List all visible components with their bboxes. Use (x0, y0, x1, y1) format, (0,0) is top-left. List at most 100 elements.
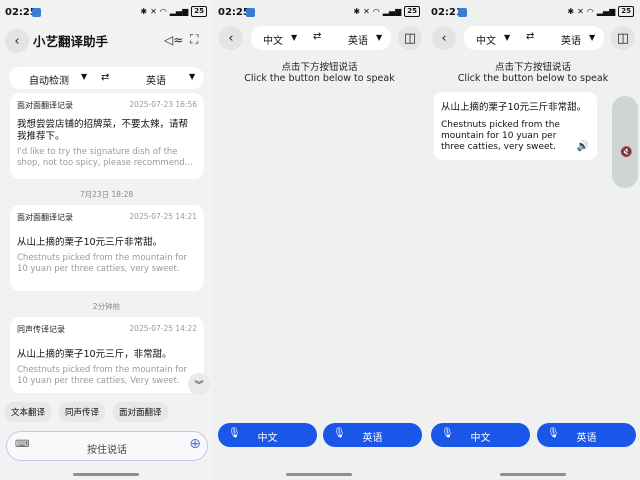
speak-english-label: 英语 (362, 433, 383, 444)
result-target-text: Chestnuts picked from the mountain for 1… (441, 120, 560, 152)
result-source-text: 从山上摘的栗子10元三斤非常甜。 (441, 102, 587, 113)
swap-languages-icon[interactable]: ⇄ (101, 72, 109, 83)
target-language[interactable]: 英语 (146, 72, 166, 87)
target-dropdown-icon[interactable]: ▼ (589, 33, 595, 42)
wifi-icon: ◠ (159, 7, 167, 16)
source-language[interactable]: 自动检测 (29, 72, 69, 87)
status-icons: ✱ ✕ ◠ ▂▄▆ 25 (567, 6, 634, 17)
hint-chinese: 点击下方按钮说话 (281, 62, 358, 73)
wifi-icon: ◠ (586, 7, 594, 16)
translator-home-panel: 02:25 ✱ ✕ ◠ ▂▄▆ 25 ‹ 小艺翻译助手 ◁≈ ⛶ 自动检测 ▼ … (0, 0, 213, 480)
back-button[interactable]: ‹ (219, 26, 243, 50)
speak-english-button[interactable]: 🎙 英语 (537, 423, 636, 447)
back-button[interactable]: ‹ (432, 26, 456, 50)
signal-icon: ▂▄▆ (169, 7, 189, 16)
record-type: 同声传译记录 (17, 325, 65, 334)
scroll-down-button[interactable]: ︾ (188, 373, 210, 395)
status-icons: ✱ ✕ ◠ ▂▄▆ 25 (140, 6, 207, 17)
source-dropdown-icon[interactable]: ▼ (81, 72, 87, 81)
source-language[interactable]: 中文 (476, 32, 496, 47)
mute-icon: ✕ (150, 7, 157, 16)
time-separator: 2分钟前 (92, 302, 121, 311)
target-dropdown-icon[interactable]: ▼ (376, 33, 382, 42)
home-indicator[interactable] (286, 473, 352, 476)
record-date: 2025-07-25 14:22 (129, 324, 197, 333)
split-view-icon: ◫ (403, 30, 417, 46)
record-source-text: 从山上摘的栗子10元三斤非常甜。 (17, 237, 163, 248)
hint-english: Click the button below to speak (457, 73, 609, 84)
chevron-left-icon: ‹ (14, 33, 20, 49)
record-date: 2025-07-25 14:21 (129, 212, 197, 221)
chip-face-to-face[interactable]: 面对面翻译 (113, 402, 168, 422)
mute-icon: ✕ (577, 7, 584, 16)
split-view-button[interactable]: ◫ (611, 26, 635, 50)
record-type: 面对面翻译记录 (17, 213, 73, 222)
home-indicator[interactable] (73, 473, 139, 476)
face-to-face-panel: 02:25 ✱ ✕ ◠ ▂▄▆ 25 ‹ 中文 ▼ ⇄ 英语 ▼ ◫ 点击下方按… (213, 0, 426, 480)
hint-chinese: 点击下方按钮说话 (494, 62, 571, 73)
page-title: 小艺翻译助手 (33, 34, 109, 49)
status-icons: ✱ ✕ ◠ ▂▄▆ 25 (353, 6, 420, 17)
signal-icon: ▂▄▆ (382, 7, 402, 16)
swap-languages-icon[interactable]: ⇄ (526, 31, 534, 42)
battery-icon: 25 (618, 6, 634, 17)
side-volume-panel[interactable]: 🔇 (612, 96, 638, 188)
record-source-text: 从山上摘的栗子10元三斤，非常甜。 (17, 349, 172, 360)
wifi-icon: ◠ (372, 7, 380, 16)
chip-simultaneous[interactable]: 同声传译 (59, 402, 106, 422)
speaker-settings-icon[interactable]: ◁≈ (164, 33, 183, 47)
speak-chinese-button[interactable]: 🎙 中文 (218, 423, 317, 447)
record-target-text: Chestnuts picked from the mountain for 1… (17, 253, 187, 274)
battery-icon: 25 (191, 6, 207, 17)
signal-icon: ▂▄▆ (596, 7, 616, 16)
history-card[interactable]: 面对面翻译记录 2025-07-25 14:21 从山上摘的栗子10元三斤非常甜… (10, 205, 204, 291)
target-language[interactable]: 英语 (348, 32, 368, 47)
chip-text-translation[interactable]: 文本翻译 (5, 402, 52, 422)
battery-icon: 25 (404, 6, 420, 17)
status-bar: 02:25 ✱ ✕ ◠ ▂▄▆ 25 (213, 0, 426, 26)
add-icon[interactable]: ⊕ (189, 436, 201, 452)
bluetooth-icon: ✱ (567, 7, 575, 16)
source-dropdown-icon[interactable]: ▼ (504, 33, 510, 42)
target-dropdown-icon[interactable]: ▼ (189, 72, 195, 81)
mute-speaker-icon[interactable]: 🔇 (620, 147, 632, 158)
back-button[interactable]: ‹ (5, 29, 29, 53)
hold-to-talk-label: 按住说话 (87, 445, 127, 456)
language-selector: 中文 ▼ ⇄ 英语 ▼ (464, 26, 604, 50)
home-indicator[interactable] (500, 473, 566, 476)
bluetooth-icon: ✱ (353, 7, 361, 16)
record-source-text: 我想尝尝店铺的招牌菜，不要太辣，请帮我推荐下。 (17, 119, 189, 142)
record-target-text: Chestnuts picked from the mountain for 1… (17, 365, 187, 386)
source-dropdown-icon[interactable]: ▼ (291, 33, 297, 42)
double-chevron-down-icon: ︾ (194, 380, 204, 391)
chevron-left-icon: ‹ (441, 30, 447, 46)
swap-languages-icon[interactable]: ⇄ (313, 31, 321, 42)
language-selector: 中文 ▼ ⇄ 英语 ▼ (251, 26, 391, 50)
target-language[interactable]: 英语 (561, 32, 581, 47)
split-view-button[interactable]: ◫ (398, 26, 422, 50)
speak-chinese-label: 中文 (470, 433, 491, 444)
app-notification-icon (458, 8, 467, 17)
speak-chinese-button[interactable]: 🎙 中文 (431, 423, 530, 447)
time-separator: 7月23日 18:28 (79, 190, 134, 199)
speak-english-label: 英语 (576, 433, 597, 444)
bluetooth-icon: ✱ (140, 7, 148, 16)
hold-to-talk-bar[interactable]: ⌨ 按住说话 ⊕ (6, 431, 208, 461)
chevron-left-icon: ‹ (228, 30, 234, 46)
record-target-text: I'd like to try the signature dish of th… (17, 147, 193, 168)
face-to-face-result-panel: 02:21 ✱ ✕ ◠ ▂▄▆ 25 ‹ 中文 ▼ ⇄ 英语 ▼ ◫ 点击下方按… (426, 0, 640, 480)
translation-result-card: 从山上摘的栗子10元三斤非常甜。 Chestnuts picked from t… (434, 92, 597, 160)
status-bar: 02:21 ✱ ✕ ◠ ▂▄▆ 25 (426, 0, 640, 26)
history-card[interactable]: 同声传译记录 2025-07-25 14:22 从山上摘的栗子10元三斤，非常甜… (10, 317, 204, 393)
record-type: 面对面翻译记录 (17, 101, 73, 110)
history-card[interactable]: 面对面翻译记录 2025-07-23 16:56 我想尝尝店铺的招牌菜，不要太辣… (10, 93, 204, 179)
status-bar: 02:25 ✱ ✕ ◠ ▂▄▆ 25 (0, 0, 213, 26)
speak-english-button[interactable]: 🎙 英语 (323, 423, 422, 447)
language-selector: 自动检测 ▼ ⇄ 英语 ▼ (9, 67, 204, 89)
app-notification-icon (246, 8, 255, 17)
fullscreen-icon[interactable]: ⛶ (190, 32, 198, 47)
source-language[interactable]: 中文 (263, 32, 283, 47)
mode-chips: 文本翻译 同声传译 面对面翻译 (5, 402, 168, 422)
app-notification-icon (32, 8, 41, 17)
play-audio-icon[interactable]: 🔊 (577, 141, 589, 152)
